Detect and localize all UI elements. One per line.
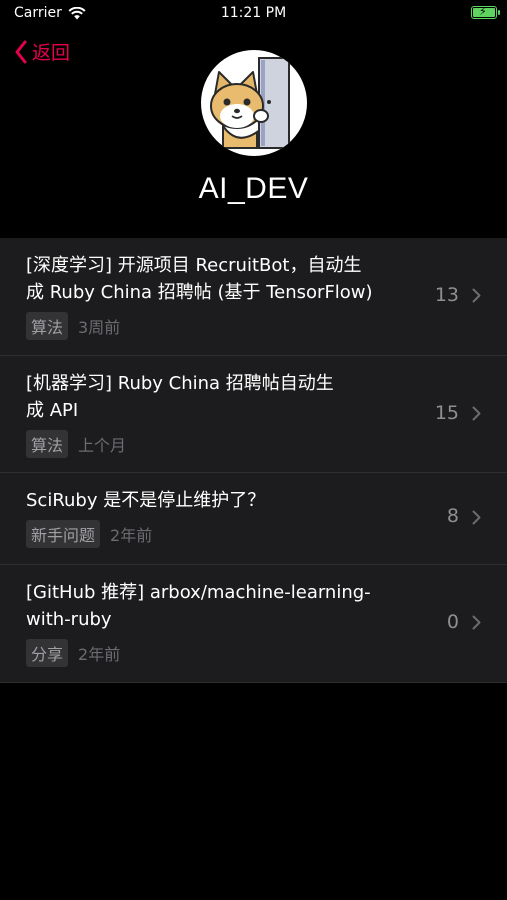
chevron-right-icon: [472, 406, 481, 421]
topic-list: [深度学习] 开源项目 RecruitBot，自动生 成 Ruby China …: [0, 238, 507, 683]
topic-title: SciRuby 是不是停止维护了？: [26, 490, 266, 511]
chevron-right-icon: [472, 510, 481, 525]
battery-icon: ⚡: [471, 5, 500, 19]
back-button[interactable]: 返回: [14, 38, 70, 65]
topic-title: [深度学习] 开源项目 RecruitBot，自动生 成 Ruby China …: [26, 255, 373, 303]
chevron-right-icon: [472, 615, 481, 630]
topic-time: 2年前: [110, 526, 153, 545]
reply-count: 15: [434, 402, 459, 424]
back-label: 返回: [32, 42, 71, 64]
reply-count: 13: [434, 284, 459, 306]
node-badge[interactable]: 算法: [26, 312, 69, 340]
node-badge[interactable]: 新手问题: [26, 520, 101, 548]
topic-title: [机器学习] Ruby China 招聘帖自动生 成 API: [26, 373, 334, 421]
topic-time: 上个月: [78, 436, 127, 455]
status-time: 11:21 PM: [220, 5, 287, 21]
username: AI_DEV: [198, 172, 309, 205]
chevron-left-icon: [15, 40, 27, 63]
topic-time: 3周前: [78, 318, 121, 337]
topic-time: 2年前: [78, 645, 121, 664]
node-badge[interactable]: 算法: [26, 430, 69, 458]
topic-title: [GitHub 推荐] arbox/machine-learning- with…: [26, 582, 371, 630]
topic-row[interactable]: [深度学习] 开源项目 RecruitBot，自动生 成 Ruby China …: [0, 238, 507, 356]
avatar-image: [210, 57, 290, 149]
status-bar: Carrier 11:21 PM ⚡: [0, 0, 507, 28]
topic-row[interactable]: [机器学习] Ruby China 招聘帖自动生 成 API 算法 上个月 15: [0, 356, 507, 473]
chevron-right-icon: [472, 288, 481, 303]
topic-row[interactable]: SciRuby 是不是停止维护了？ 新手问题 2年前 8: [0, 473, 507, 565]
topic-row[interactable]: [GitHub 推荐] arbox/machine-learning- with…: [0, 565, 507, 683]
reply-count: 0: [446, 611, 459, 633]
node-badge[interactable]: 分享: [26, 639, 69, 667]
reply-count: 8: [446, 505, 459, 527]
avatar: [201, 50, 307, 156]
